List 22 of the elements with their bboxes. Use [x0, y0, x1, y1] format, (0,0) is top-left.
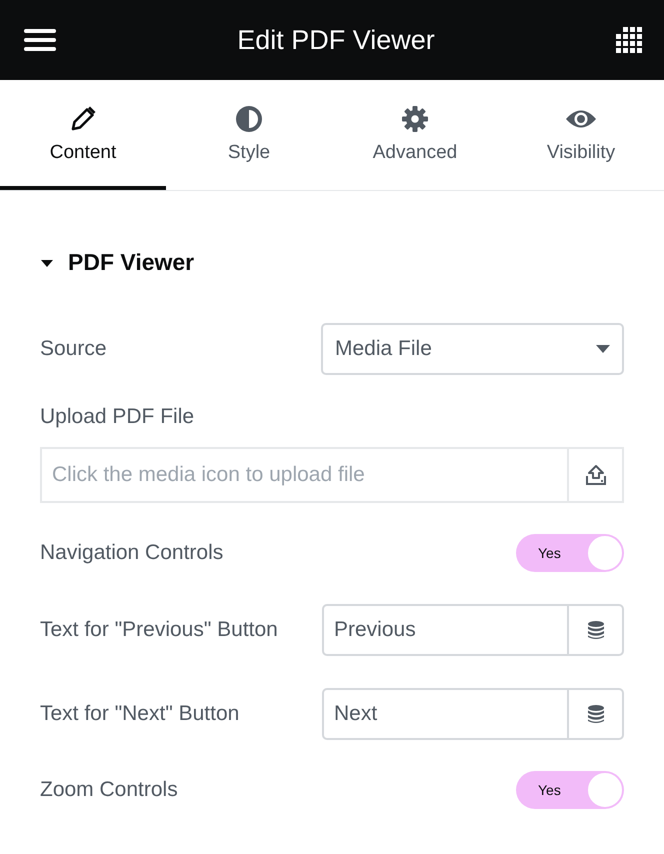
- contrast-icon: [234, 104, 264, 134]
- field-label: Zoom Controls: [40, 778, 178, 802]
- apps-grid-icon[interactable]: [616, 27, 642, 53]
- field-label: Navigation Controls: [40, 541, 224, 565]
- section-header[interactable]: PDF Viewer: [40, 249, 194, 276]
- settings-icon: [401, 104, 429, 134]
- text-input[interactable]: Next: [324, 690, 567, 738]
- tab[interactable]: Visibility: [498, 80, 664, 190]
- menu-icon[interactable]: [24, 28, 56, 52]
- tab[interactable]: Advanced: [332, 80, 498, 190]
- text-input[interactable]: Previous: [324, 606, 567, 654]
- field-label: Text for "Previous" Button: [40, 618, 278, 642]
- field-label: Text for "Next" Button: [40, 702, 240, 726]
- toggle-switch[interactable]: Yes: [516, 534, 624, 572]
- tab[interactable]: Content: [0, 80, 166, 190]
- field-label: Source: [40, 337, 107, 361]
- panel-title: Edit PDF Viewer: [237, 24, 435, 56]
- toggle-switch[interactable]: Yes: [516, 771, 624, 809]
- caret-icon: [596, 345, 610, 353]
- tab[interactable]: Style: [166, 80, 332, 190]
- source-dropdown[interactable]: Media File: [321, 323, 624, 375]
- field-label: Upload PDF File: [40, 405, 196, 429]
